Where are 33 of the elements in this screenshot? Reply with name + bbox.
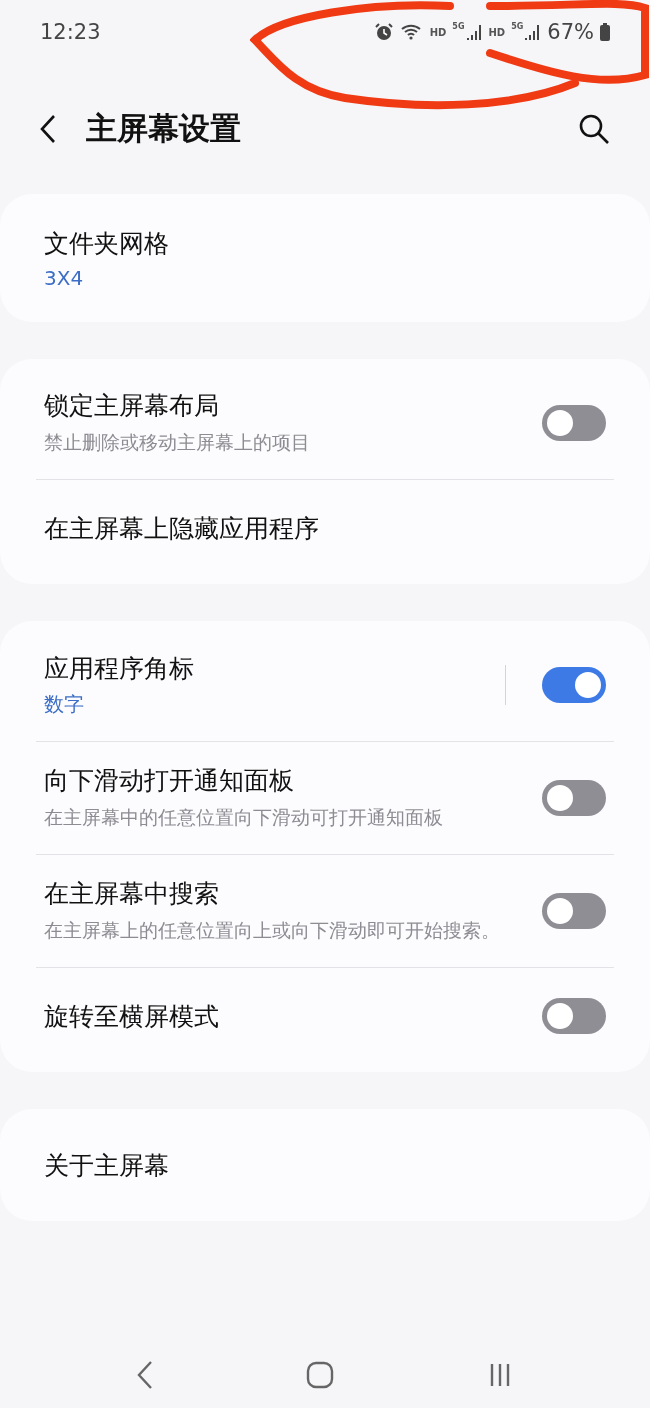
battery-percent: 67%	[547, 20, 594, 44]
setting-value: 3X4	[44, 265, 85, 290]
signal-icon	[525, 22, 542, 42]
status-time: 12:23	[40, 20, 102, 44]
signal-icon	[466, 22, 483, 42]
network-label: 5G	[511, 22, 524, 31]
toggle-switch[interactable]	[542, 893, 606, 929]
back-icon[interactable]	[40, 114, 56, 144]
setting-description: 在主屏幕上的任意位置向上或向下滑动即可开始搜索。	[44, 917, 501, 943]
toggle-switch[interactable]	[542, 998, 606, 1034]
setting-title[interactable]: 文件夹网格	[44, 226, 606, 260]
setting-title[interactable]: 旋转至横屏模式	[44, 999, 522, 1033]
setting-title[interactable]: 应用程序角标	[44, 652, 505, 685]
toggle-switch[interactable]	[542, 667, 606, 703]
alarm-icon	[373, 22, 394, 42]
search-icon[interactable]	[578, 113, 610, 145]
page-title: 主屏幕设置	[86, 109, 242, 148]
setting-value: 数字	[44, 691, 85, 718]
setting-title[interactable]: 在主屏幕中搜索	[44, 876, 522, 910]
toggle-switch[interactable]	[542, 780, 606, 816]
network-label: 5G	[452, 22, 465, 31]
setting-title[interactable]: 关于主屏幕	[44, 1148, 606, 1182]
setting-title[interactable]: 在主屏幕上隐藏应用程序	[44, 511, 606, 545]
toggle-switch[interactable]	[542, 405, 606, 441]
home-nav-icon[interactable]	[305, 1360, 335, 1390]
setting-description: 禁止删除或移动主屏幕上的项目	[44, 429, 311, 455]
setting-title[interactable]: 向下滑动打开通知面板	[44, 763, 522, 797]
battery-icon	[600, 23, 610, 41]
setting-description: 在主屏幕中的任意位置向下滑动可打开通知面板	[44, 804, 444, 830]
hd-label: HD	[488, 26, 506, 38]
setting-title[interactable]: 锁定主屏幕布局	[44, 388, 522, 422]
back-nav-icon[interactable]	[135, 1360, 155, 1390]
hd-label: HD	[429, 26, 447, 38]
